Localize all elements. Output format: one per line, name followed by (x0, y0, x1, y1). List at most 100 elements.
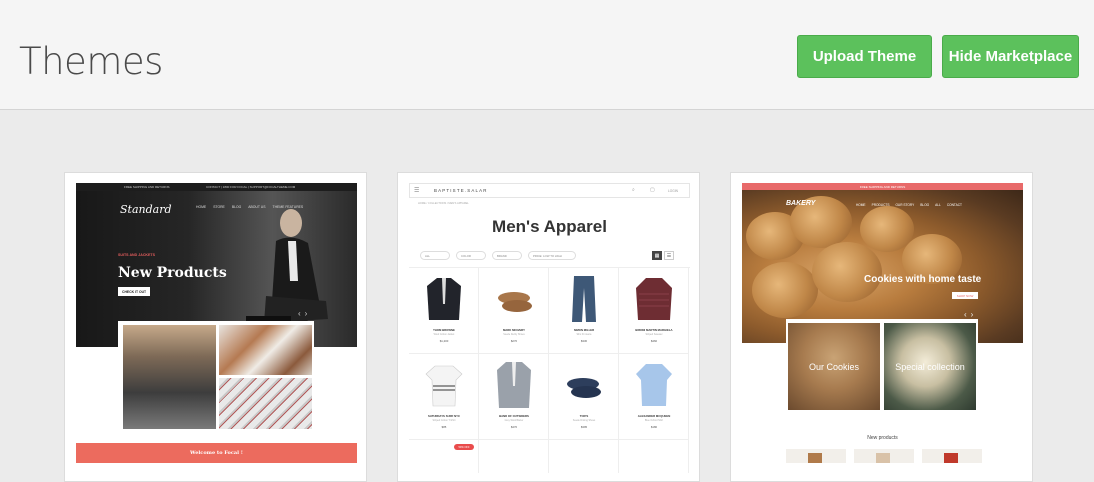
menu-icon: ☰ (414, 188, 420, 194)
product-price: $270 (510, 339, 518, 343)
preview-section-title: New products (867, 435, 898, 441)
product-card: ALEXANDER MCQUEEN Blue Oxford Shirt $180 (619, 354, 689, 440)
preview-breadcrumb: HOME / COLLECTIONS / MEN'S APPAREL (418, 202, 469, 205)
product-subtitle: Striped Sweater (645, 333, 663, 336)
collection-tile-cookies: Our Cookies (788, 323, 880, 410)
filter-select: BRAND (492, 251, 522, 260)
bag-image (123, 325, 216, 429)
product-thumb (786, 449, 846, 463)
product-subtitle: Slim Fit Jeans (576, 333, 592, 336)
list-view-icon: ☰ (664, 251, 674, 260)
product-card: SATURDAYS SURF NYC Striped Cotton T-Shir… (409, 354, 479, 440)
sale-badge: 50% OFF (454, 444, 474, 450)
upload-theme-button[interactable]: Upload Theme (797, 35, 932, 78)
product-subtitle: Striped Cotton T-Shirt (432, 419, 456, 422)
preview-nav-item: HOME (196, 205, 207, 209)
product-price: $1,200 (439, 339, 449, 343)
preview-nav-item: THEME FEATURES (272, 205, 304, 209)
preview-slider-arrows-icon: ‹› (964, 310, 978, 319)
tshirt-image (425, 365, 463, 407)
theme-card-focal[interactable]: FREE SHIPPING AND RETURNS CONTACT | 1800… (64, 172, 367, 482)
preview-nav-item: PRODUCTS (871, 203, 890, 207)
preview-header: ☰ BAPTISTE.SALAR ⌕ ▢ LOGIN (409, 183, 690, 198)
product-subtitle: Grey Wool Blazer (504, 419, 524, 422)
preview-topbar-text: FREE SHIPPING AND RETURNS (124, 185, 170, 189)
preview-topbar: FREE SHIPPING AND RETURNS (742, 183, 1023, 190)
preview-nav-item: BLOG (231, 205, 242, 209)
preview-nav-item: HOME (856, 203, 866, 207)
shirt-image (636, 364, 672, 406)
preview-hero-subtitle: SUITS AND JACKETS (118, 253, 156, 257)
model-figure-image (246, 209, 328, 329)
preview-product-grid: THOM BROWNE Wool Cotton Jacket $1,200 MA… (409, 267, 690, 473)
product-price: $180 (650, 425, 658, 429)
theme-preview-cookies[interactable]: FREE SHIPPING AND RETURNS BAKERY HOME PR… (742, 183, 1023, 473)
preview-hero-title: New Products (118, 265, 227, 281)
filter-select: COLOR (456, 251, 486, 260)
page-title: Themes (19, 40, 163, 83)
preview-topbar-contact: CONTACT | 1800 FOR FOCAL | SUPPORT@FOCAL… (206, 185, 296, 189)
theme-preview-baptiste[interactable]: ☰ BAPTISTE.SALAR ⌕ ▢ LOGIN HOME / COLLEC… (409, 183, 690, 473)
product-subtitle: Suede Driving Shoes (572, 419, 596, 422)
preview-nav-item: ABOUT US (248, 205, 266, 209)
product-name: SATURDAYS SURF NYC (427, 414, 460, 418)
grid-view-icon: ▦ (652, 251, 662, 260)
product-name: ALEXANDER MCQUEEN (637, 414, 671, 418)
product-card (619, 440, 689, 473)
preview-hero-button: SHOP NOW (952, 292, 978, 299)
product-subtitle: Blue Oxford Shirt (644, 419, 664, 422)
product-price: $460 (650, 339, 658, 343)
product-card (479, 440, 549, 473)
product-name: BRIONI MARTIN MARGIELA (635, 328, 673, 332)
preview-topbar: FREE SHIPPING AND RETURNS CONTACT | 1800… (76, 183, 357, 191)
collection-tile-special: Special collection (884, 323, 976, 410)
theme-card-cookies[interactable]: FREE SHIPPING AND RETURNS BAKERY HOME PR… (730, 172, 1033, 482)
product-card: SIMON MILLER Slim Fit Jeans $330 (549, 268, 619, 354)
filter-select: ALL (420, 251, 450, 260)
theme-card-baptiste[interactable]: ☰ BAPTISTE.SALAR ⌕ ▢ LOGIN HOME / COLLEC… (397, 172, 700, 482)
product-name: SIMON MILLER (573, 328, 595, 332)
preview-nav-item: ALL (935, 203, 941, 207)
product-price: $395 (580, 425, 588, 429)
ties-image (219, 378, 312, 429)
product-card: THOM BROWNE Wool Cotton Jacket $1,200 (409, 268, 479, 354)
loafers-image (567, 378, 601, 398)
view-toggle: ▦ ☰ (652, 251, 674, 260)
preview-hero-title: Cookies with home taste (864, 274, 982, 285)
preview-product-thumbs (786, 449, 982, 463)
preview-hero-button: CHECK IT OUT (118, 287, 151, 296)
product-subtitle: Suede Derby Shoes (503, 333, 525, 336)
preview-nav: HOME STORE BLOG ABOUT US THEME FEATURES (196, 205, 303, 209)
product-card: BAND OF OUTSIDERS Grey Wool Blazer $470 (479, 354, 549, 440)
preview-brand: BAPTISTE.SALAR (434, 188, 488, 193)
preview-nav-item: OUR STORY (895, 203, 915, 207)
sort-select: PRICE: LOW TO HIGH (528, 251, 576, 260)
preview-nav-item: BLOG (920, 203, 930, 207)
product-name: BAND OF OUTSIDERS (499, 414, 529, 418)
product-price: $470 (510, 425, 518, 429)
belts-image (219, 325, 312, 375)
preview-collection-title: Men's Apparel (492, 217, 607, 236)
jeans-image (572, 276, 596, 322)
preview-welcome-banner: Welcome to Focal ! (76, 443, 357, 463)
preview-logo: Standard (120, 203, 172, 216)
product-price: $330 (580, 339, 588, 343)
shoes-image (498, 292, 532, 312)
product-price: $85 (441, 425, 447, 429)
cookie-image (752, 262, 818, 318)
product-name: MARK MCNAIRY (502, 328, 526, 332)
blazer-image (497, 362, 531, 408)
product-subtitle: Wool Cotton Jacket (433, 333, 455, 336)
sweater-image (636, 278, 672, 320)
hide-marketplace-button[interactable]: Hide Marketplace (942, 35, 1079, 78)
product-card: TOD'S Suede Driving Shoes $395 (549, 354, 619, 440)
search-icon: ⌕ (632, 187, 635, 193)
preview-nav-item: STORE (213, 205, 225, 209)
preview-filters: ALL COLOR BRAND PRICE: LOW TO HIGH (420, 251, 576, 260)
theme-preview-focal[interactable]: FREE SHIPPING AND RETURNS CONTACT | 1800… (76, 183, 357, 473)
product-thumb (854, 449, 914, 463)
product-card: MARK MCNAIRY Suede Derby Shoes $270 (479, 268, 549, 354)
cookie-image (812, 242, 882, 302)
preview-nav-item: CONTACT (946, 203, 962, 207)
product-card (549, 440, 619, 473)
